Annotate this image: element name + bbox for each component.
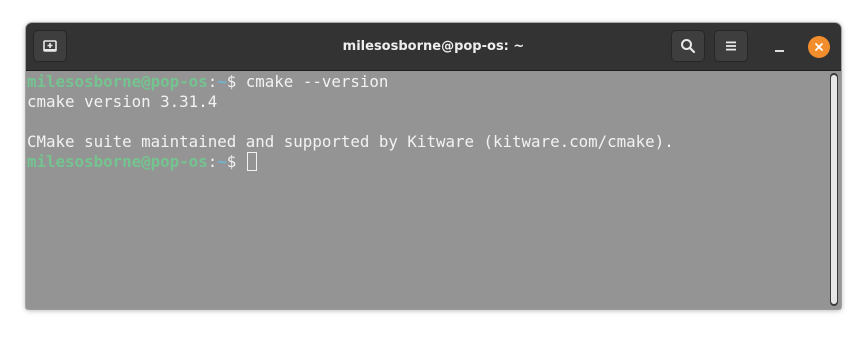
terminal-content[interactable]: milesosborne@pop-os:~$ cmake --version c… [26,71,841,309]
new-tab-button[interactable] [33,30,67,62]
scrollbar[interactable] [830,73,838,306]
minimize-button[interactable] [768,36,790,58]
prompt-colon: : [207,72,218,91]
terminal-window: milesosborne@pop-os: ~ milesosborne@pop-… [26,23,841,309]
prompt-line: milesosborne@pop-os:~$ cmake --version [27,72,388,92]
prompt-colon: : [207,152,218,171]
search-button[interactable] [671,30,705,62]
minimize-icon [774,50,784,52]
output-line: CMake suite maintained and supported by … [27,132,674,151]
close-button[interactable] [808,36,830,58]
new-tab-icon [43,40,57,52]
text-cursor [246,152,257,171]
scrollbar-thumb[interactable] [831,75,837,304]
prompt-path: ~ [217,152,227,171]
search-icon [681,39,696,54]
menu-button[interactable] [714,30,748,62]
command-text: cmake --version [245,72,389,91]
prompt-path: ~ [217,72,227,91]
prompt-dollar: $ [226,152,246,171]
close-icon [815,43,823,51]
prompt-dollar: $ [226,72,246,91]
prompt-user: milesosborne@pop-os [27,72,208,91]
hamburger-menu-icon [726,41,736,51]
output-line: cmake version 3.31.4 [27,92,218,111]
title-bar[interactable]: milesosborne@pop-os: ~ [26,23,841,71]
prompt-user: milesosborne@pop-os [27,152,208,171]
prompt-line: milesosborne@pop-os:~$ [27,152,257,172]
